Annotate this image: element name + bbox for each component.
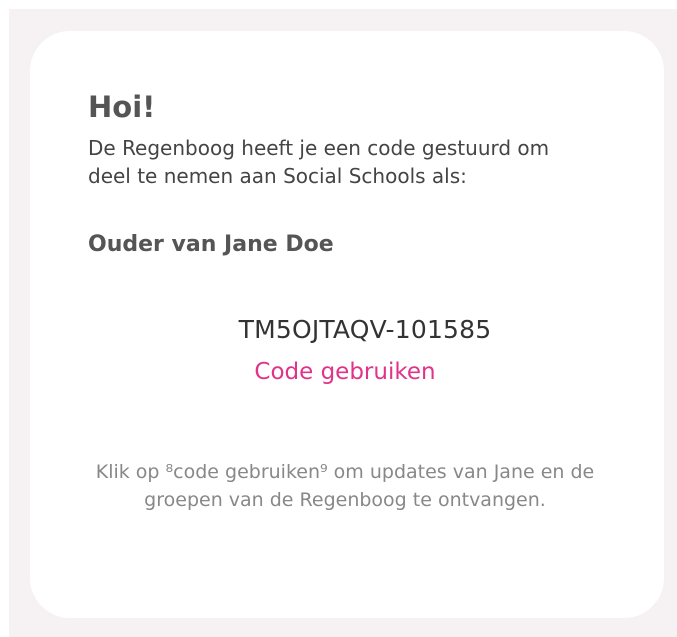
- greeting-heading: Hoi!: [88, 90, 156, 124]
- role-label: Ouder van Jane Doe: [88, 232, 334, 257]
- invite-code: TM5OJTAQV-101585: [238, 315, 492, 344]
- info-text: Klik op ⁸code gebruiken⁹ om updates van …: [95, 461, 595, 511]
- use-code-button[interactable]: Code gebruiken: [200, 356, 490, 388]
- invite-message: De Regenboog heeft je een code gestuurd …: [88, 136, 550, 188]
